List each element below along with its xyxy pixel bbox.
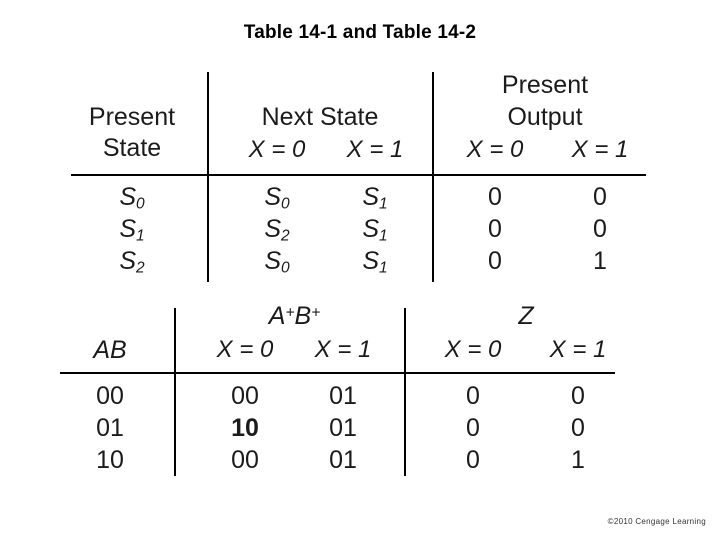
table1-divider-1 [207,72,209,282]
table2-header-ab-next: A+B+ [192,303,397,329]
table1-cell-present-state: S [119,247,137,275]
table2-header-ab-next-b-plus: + [311,304,321,322]
table1-cell-next-x1-sub: 1 [379,227,388,245]
table2-divider-2 [404,308,406,476]
table2-cell-z-x0: 0 [466,382,480,410]
table1-row: S1 [320,248,430,277]
table1-header-next-state-x0: X = 0 [248,136,306,163]
table2-header-ab-next-b: B [294,302,312,330]
table2-cell-z-x1: 0 [571,382,585,410]
table1-row: S0 [222,248,332,277]
table1-cell-next-x1: S [362,183,380,211]
table2-cell-ab: 00 [96,382,124,410]
table1-header-next-state: Next State [261,103,379,131]
table1-cell-present-state-sub: 2 [136,259,145,277]
table2-cell-ab-next-x0: 00 [231,446,259,474]
table1-cell-next-x1: S [362,247,380,275]
table1-cell-next-x0-sub: 0 [281,259,290,277]
table1-row: S0 [222,184,332,213]
table2-cell-ab: 10 [96,446,124,474]
table2-header-rule [60,372,615,374]
table1-cell-out-x1: 0 [593,183,607,211]
table1-cell-next-x0: S [264,215,282,243]
table1-row: S2 [62,248,202,277]
table1-cell-next-x1-sub: 1 [379,195,388,213]
table1-row: S2 [222,216,332,245]
table1-row: S1 [62,216,202,245]
table1-cell-next-x0: S [264,183,282,211]
page-title: Table 14-1 and Table 14-2 [243,22,477,43]
table1-cell-out-x0: 0 [488,215,502,243]
table1-divider-2 [432,72,434,282]
table1-cell-present-state: S [119,215,137,243]
table2-header-z: Z [518,302,534,330]
table1-cell-present-state: S [119,183,137,211]
table2-cell-ab-next-x1: 01 [329,414,357,442]
table1-cell-present-state-sub: 0 [136,195,145,213]
table1-header-present-output-line2: Output [507,103,583,131]
table1-header-present-output-x1: X = 1 [571,136,629,163]
table1-cell-next-x0: S [264,247,282,275]
slide-canvas: Table 14-1 and Table 14-2 Present State … [0,0,720,540]
table2-header-z-x0: X = 0 [444,336,502,363]
table1-row: S1 [320,216,430,245]
table1-cell-next-x1: S [362,215,380,243]
table1-header-present-state-line2: State [102,134,162,162]
table1-cell-out-x1: 0 [593,215,607,243]
table1-header-next-state-x1: X = 1 [346,136,404,163]
table1-header-present-state-line1: Present [88,103,176,131]
table2-cell-ab-next-x0: 00 [231,382,259,410]
table2-cell-z-x1: 1 [571,446,585,474]
table1-cell-out-x0: 0 [488,247,502,275]
table2-header-ab-next-x0: X = 0 [216,336,274,363]
table1-header-present-output-x0: X = 0 [466,136,524,163]
table1-cell-next-x0-sub: 0 [281,195,290,213]
table2-header-z-x1: X = 1 [549,336,607,363]
table2-header-ab-next-a-plus: + [285,304,295,322]
table2-cell-z-x0: 0 [466,446,480,474]
table1-cell-next-x0-sub: 2 [281,227,290,245]
table2-header-ab-next-x1: X = 1 [314,336,372,363]
table1-row: S1 [320,184,430,213]
table2-divider-1 [174,308,176,476]
table1-row: S0 [62,184,202,213]
table2-header-ab-next-a: A [268,302,286,330]
table2-cell-z-x0: 0 [466,414,480,442]
table2-cell-ab-next-x1: 01 [329,446,357,474]
copyright-notice: ©2010 Cengage Learning [607,517,706,526]
table1-cell-next-x1-sub: 1 [379,259,388,277]
table2-header-ab: AB [93,336,127,364]
table1-cell-out-x1: 1 [593,247,607,275]
table1-cell-present-state-sub: 1 [136,227,145,245]
table2-cell-ab-next-x1: 01 [329,382,357,410]
table2-cell-ab-next-x0: 10 [231,414,259,442]
table2-cell-ab: 01 [96,414,124,442]
table1-cell-out-x0: 0 [488,183,502,211]
table1-header-rule [71,174,646,176]
table2-cell-z-x1: 0 [571,414,585,442]
table1-header-present-output-line1: Present [501,71,589,99]
